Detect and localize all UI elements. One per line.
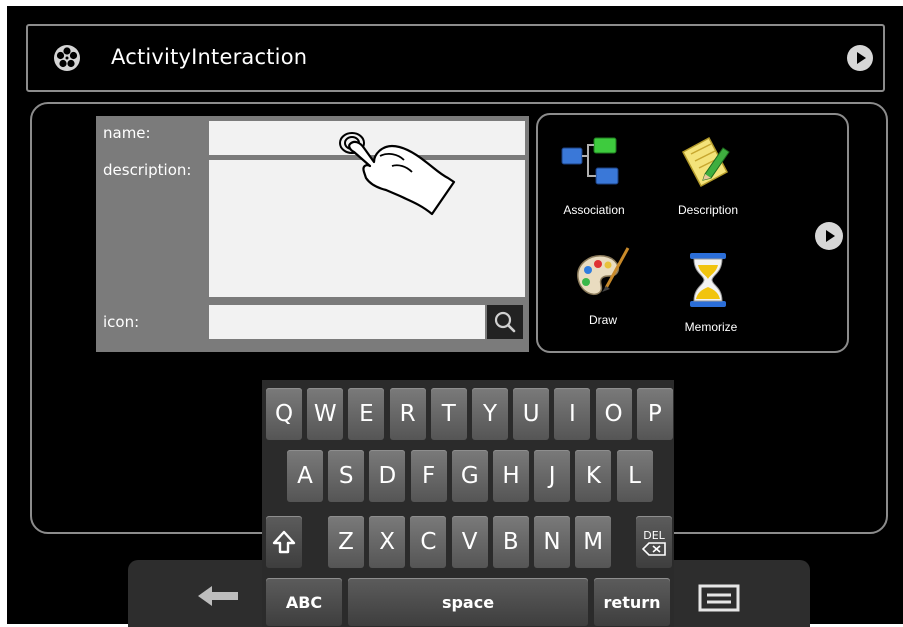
film-reel-icon bbox=[54, 45, 80, 71]
magnifier-icon bbox=[494, 311, 516, 333]
key-w[interactable]: W bbox=[307, 388, 344, 440]
key-s[interactable]: S bbox=[328, 450, 365, 502]
abc-key[interactable]: ABC bbox=[266, 578, 342, 626]
page-title: ActivityInteraction bbox=[111, 45, 308, 69]
shift-arrow-icon bbox=[272, 530, 296, 554]
key-x[interactable]: X bbox=[369, 516, 406, 568]
space-key[interactable]: space bbox=[348, 578, 588, 626]
key-j[interactable]: J bbox=[534, 450, 571, 502]
soft-keyboard: QWERTYUIOP ASDFGHJKL ZXCVBNM DEL ABC spa… bbox=[262, 380, 674, 627]
activity-label-memorize: Memorize bbox=[684, 320, 738, 334]
key-g[interactable]: G bbox=[451, 450, 488, 502]
key-k[interactable]: K bbox=[575, 450, 612, 502]
description-label: description: bbox=[103, 161, 192, 179]
key-b[interactable]: B bbox=[492, 516, 529, 568]
backspace-icon bbox=[642, 541, 666, 556]
title-next-button[interactable] bbox=[847, 45, 873, 71]
activity-association[interactable] bbox=[558, 136, 622, 196]
key-q[interactable]: Q bbox=[266, 388, 302, 440]
notepad-pencil-icon bbox=[681, 136, 730, 188]
key-z[interactable]: Z bbox=[328, 516, 364, 568]
key-c[interactable]: C bbox=[410, 516, 447, 568]
key-a[interactable]: A bbox=[287, 450, 323, 502]
activity-label-description: Description bbox=[677, 203, 739, 217]
key-h[interactable]: H bbox=[493, 450, 529, 502]
key-r[interactable]: R bbox=[389, 388, 426, 440]
back-arrow-icon[interactable] bbox=[198, 586, 238, 606]
palette-icon bbox=[577, 247, 630, 296]
key-m[interactable]: M bbox=[575, 516, 612, 568]
return-key[interactable]: return bbox=[594, 578, 670, 626]
key-p[interactable]: P bbox=[636, 388, 673, 440]
association-icon bbox=[561, 137, 619, 185]
play-arrow-icon bbox=[857, 52, 866, 64]
icon-label: icon: bbox=[103, 313, 140, 331]
delete-key[interactable]: DEL bbox=[636, 516, 672, 568]
key-i[interactable]: I bbox=[554, 388, 591, 440]
hourglass-icon bbox=[690, 253, 726, 307]
play-arrow-icon bbox=[826, 230, 835, 242]
key-e[interactable]: E bbox=[348, 388, 385, 440]
menu-icon[interactable] bbox=[698, 584, 740, 612]
activities-next-button[interactable] bbox=[815, 222, 843, 250]
key-u[interactable]: U bbox=[513, 388, 550, 440]
delete-key-label: DEL bbox=[643, 528, 665, 542]
activity-draw[interactable] bbox=[572, 244, 632, 302]
key-v[interactable]: V bbox=[451, 516, 488, 568]
icon-search-button[interactable] bbox=[487, 305, 523, 339]
activity-memorize[interactable] bbox=[684, 251, 732, 311]
key-d[interactable]: D bbox=[369, 450, 406, 502]
key-y[interactable]: Y bbox=[472, 388, 508, 440]
activity-label-draw: Draw bbox=[588, 313, 618, 327]
key-n[interactable]: N bbox=[534, 516, 570, 568]
name-label: name: bbox=[103, 124, 151, 142]
activity-label-association: Association bbox=[563, 203, 625, 217]
key-f[interactable]: F bbox=[410, 450, 447, 502]
key-o[interactable]: O bbox=[595, 388, 632, 440]
key-l[interactable]: L bbox=[616, 450, 653, 502]
key-t[interactable]: T bbox=[430, 388, 467, 440]
icon-field[interactable] bbox=[209, 305, 485, 339]
tap-hand-icon bbox=[339, 132, 456, 216]
shift-key[interactable] bbox=[266, 516, 302, 568]
activity-description[interactable] bbox=[677, 134, 733, 190]
